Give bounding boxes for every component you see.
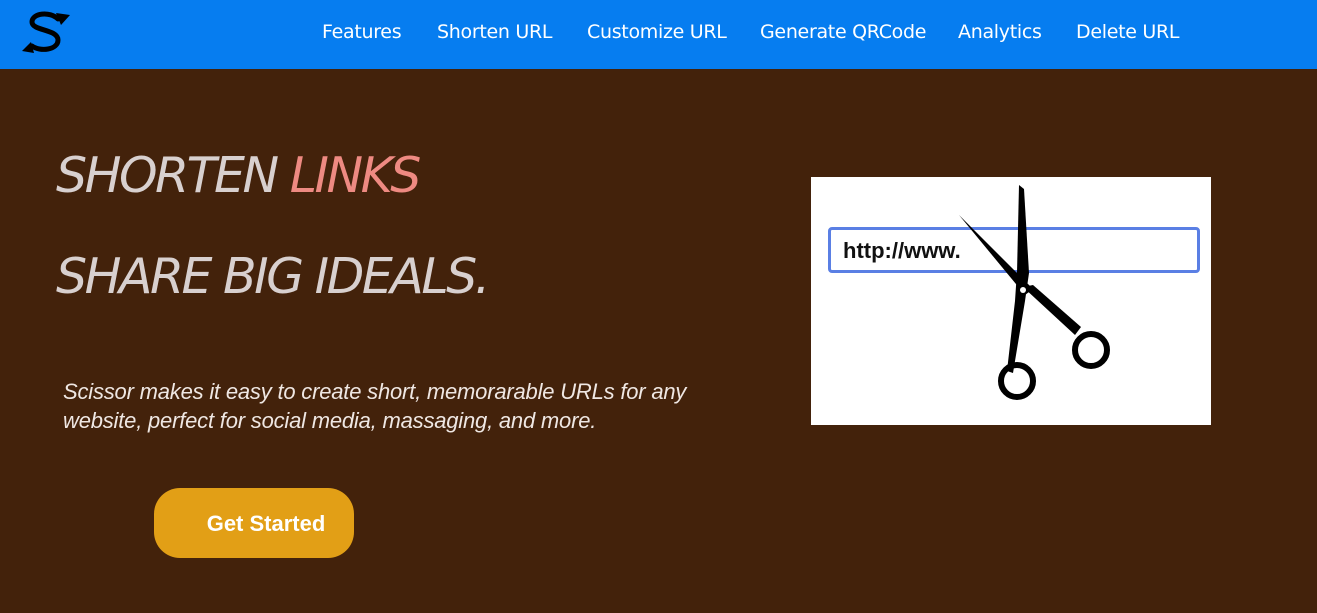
- nav-shorten-url-link[interactable]: Shorten URL: [437, 21, 552, 43]
- nav-links: Features Shorten URL Customize URL Gener…: [0, 0, 1317, 69]
- nav-customize-url-link[interactable]: Customize URL: [587, 21, 727, 43]
- nav-delete-url-link[interactable]: Delete URL: [1076, 21, 1179, 43]
- nav-features-link[interactable]: Features: [322, 21, 402, 43]
- nav-analytics-link[interactable]: Analytics: [958, 21, 1042, 43]
- hero-headline-line2: SHARE BIG IDEALS.: [56, 248, 490, 305]
- url-scissors-illustration: http://www.: [811, 177, 1211, 425]
- hero-description: Scissor makes it easy to create short, m…: [63, 379, 687, 433]
- scissors-icon: [959, 185, 1110, 400]
- hero-headline-prefix: SHORTEN: [56, 147, 290, 204]
- navbar: Features Shorten URL Customize URL Gener…: [0, 0, 1317, 69]
- hero-headline-accent: LINKS: [289, 147, 422, 204]
- get-started-button[interactable]: Get Started: [154, 488, 354, 558]
- nav-generate-qrcode-link[interactable]: Generate QRCode: [760, 21, 926, 43]
- hero-headline-line1: SHORTEN LINKS: [56, 147, 422, 204]
